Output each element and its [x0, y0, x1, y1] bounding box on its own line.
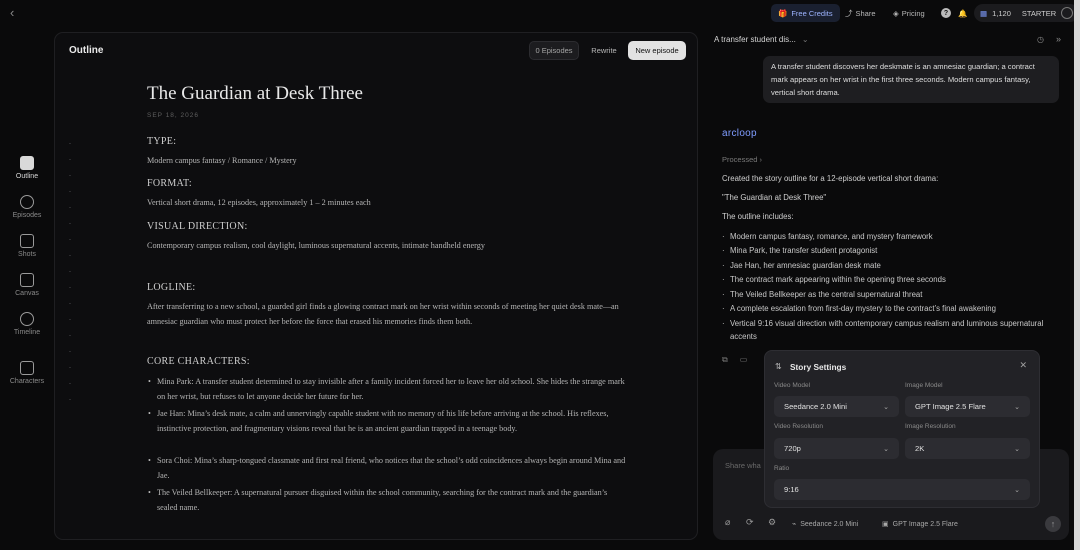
scrollbar[interactable]: [1074, 0, 1080, 550]
tag-icon: ◈: [893, 8, 899, 18]
story-settings-modal: ⇅ Story Settings ✕ Video Model Seedance …: [764, 350, 1040, 508]
chevron-down-icon: ⌄: [883, 403, 889, 411]
list-item: Sora Choi: Mina’s sharp-tongued classmat…: [147, 453, 627, 483]
list-item: Mina Park, the transfer student protagon…: [722, 245, 1060, 258]
share-icon: ⤴: [845, 8, 853, 18]
response-title: "The Guardian at Desk Three": [722, 193, 827, 202]
ratio-label: Ratio: [774, 465, 790, 472]
list-item: Vertical 9:16 visual direction with cont…: [722, 318, 1060, 343]
close-icon[interactable]: ✕: [1019, 360, 1027, 371]
modal-title: Story Settings: [790, 362, 847, 372]
rewrite-button[interactable]: Rewrite: [585, 41, 623, 60]
visual-text: Contemporary campus realism, cool daylig…: [147, 241, 485, 250]
nav-episodes[interactable]: Episodes: [4, 195, 50, 219]
list-item: The Veiled Bellkeeper: A supernatural pu…: [147, 485, 627, 515]
list-item: The Veiled Bellkeeper as the central sup…: [722, 289, 1060, 302]
help-icon[interactable]: ?: [941, 8, 951, 18]
canvas-icon: [20, 273, 34, 287]
thread-title[interactable]: A transfer student dis... ⌄: [714, 35, 809, 44]
gift-icon: 🎁: [778, 8, 788, 18]
camera-icon: [20, 234, 34, 248]
image-resolution-select[interactable]: 2K ⌄: [905, 438, 1030, 459]
bell-icon[interactable]: 🔔: [958, 4, 967, 22]
nav-outline[interactable]: Outline: [4, 156, 50, 180]
image-model-label: Image Model: [905, 382, 943, 389]
characters-icon: [20, 361, 34, 375]
logo: arcloop: [722, 128, 757, 139]
characters-heading: CORE CHARACTERS:: [147, 356, 250, 367]
episodes-count-button[interactable]: 0 Episodes: [529, 41, 579, 60]
type-heading: TYPE:: [147, 136, 177, 147]
chevron-down-icon: ⌄: [1014, 445, 1020, 453]
nav-shots[interactable]: Shots: [4, 234, 50, 258]
top-bar: ‹ 🎁 Free Credits ⤴ Share ◈ Pricing ? 🔔 ▦ 1,…: [0, 0, 1080, 26]
new-episode-button[interactable]: New episode: [628, 41, 686, 60]
document-title: The Guardian at Desk Three: [147, 83, 363, 104]
plan-badge: STARTER: [1021, 8, 1057, 18]
line-gutter: [69, 143, 71, 403]
send-button[interactable]: ↑: [1045, 516, 1061, 532]
nav-characters[interactable]: Characters: [4, 361, 50, 385]
comment-icon[interactable]: ▭: [740, 355, 748, 365]
user-message: A transfer student discovers her deskmat…: [763, 56, 1059, 103]
video-model-chip[interactable]: ⌁ Seedance 2.0 Mini: [786, 514, 864, 534]
image-resolution-label: Image Resolution: [905, 423, 956, 430]
video-resolution-select[interactable]: 720p ⌄: [774, 438, 899, 459]
chevron-down-icon: ⌄: [801, 35, 809, 44]
video-model-select[interactable]: Seedance 2.0 Mini ⌄: [774, 396, 899, 417]
logline-heading: LOGLINE:: [147, 282, 196, 293]
processed-status[interactable]: Processed ›: [722, 155, 762, 164]
list-item: Mina Park: A transfer student determined…: [147, 374, 627, 404]
document-icon: [20, 156, 34, 170]
settings-icon[interactable]: ⚙: [768, 517, 776, 528]
back-icon[interactable]: ‹: [10, 5, 14, 20]
nav-canvas[interactable]: Canvas: [4, 273, 50, 297]
credits-value: 1,120: [992, 8, 1011, 18]
outline-panel: Outline 0 Episodes Rewrite New episode T…: [54, 32, 698, 540]
message-actions: ⧉ ▭: [722, 355, 747, 365]
list-item: The contract mark appearing within the o…: [722, 274, 1060, 287]
share-button[interactable]: ⤴ Share: [845, 4, 876, 22]
coin-icon: ▦: [980, 8, 988, 18]
panel-title: Outline: [69, 45, 104, 56]
document-date: SEP 18, 2026: [147, 112, 199, 119]
refresh-icon[interactable]: ⟳: [746, 517, 754, 528]
user-menu[interactable]: ▦ 1,120 STARTER: [974, 4, 1080, 22]
prompt-input[interactable]: Share wha: [725, 461, 761, 470]
list-item: Jae Han, her amnesiac guardian desk mate: [722, 260, 1060, 273]
type-text: Modern campus fantasy / Romance / Myster…: [147, 156, 297, 165]
video-icon: ⌁: [792, 521, 797, 528]
format-text: Vertical short drama, 12 episodes, appro…: [147, 198, 371, 207]
logline-text: After transferring to a new school, a gu…: [147, 302, 619, 326]
history-icon[interactable]: ◷: [1037, 35, 1044, 44]
free-credits-button[interactable]: 🎁 Free Credits: [771, 4, 840, 22]
pricing-button[interactable]: ◈ Pricing: [893, 4, 925, 22]
chevron-down-icon: ⌄: [1014, 486, 1020, 494]
format-heading: FORMAT:: [147, 178, 192, 189]
list-item: Jae Han: Mina’s desk mate, a calm and un…: [147, 406, 627, 436]
sliders-icon: ⇅: [775, 362, 782, 371]
timeline-icon: [20, 312, 34, 326]
visual-heading: VISUAL DIRECTION:: [147, 221, 248, 232]
image-model-chip[interactable]: ▣ GPT Image 2.5 Flare: [876, 514, 964, 534]
nav-timeline[interactable]: Timeline: [4, 312, 50, 336]
episodes-icon: [20, 195, 34, 209]
attach-icon[interactable]: ⌀: [725, 517, 730, 528]
chevron-down-icon: ⌄: [883, 445, 889, 453]
video-model-label: Video Model: [774, 382, 811, 389]
ratio-select[interactable]: 9:16 ⌄: [774, 479, 1030, 500]
image-icon: ▣: [882, 521, 889, 528]
response-text: The outline includes:: [722, 212, 794, 221]
image-model-select[interactable]: GPT Image 2.5 Flare ⌄: [905, 396, 1030, 417]
avatar: [1061, 7, 1074, 19]
response-text: Created the story outline for a 12-episo…: [722, 174, 939, 183]
collapse-icon[interactable]: »: [1056, 34, 1061, 44]
copy-icon[interactable]: ⧉: [722, 355, 728, 365]
chevron-down-icon: ⌄: [1014, 403, 1020, 411]
video-resolution-label: Video Resolution: [774, 423, 824, 430]
list-item: Modern campus fantasy, romance, and myst…: [722, 231, 1060, 244]
list-item: A complete escalation from first-day mys…: [722, 303, 1060, 316]
